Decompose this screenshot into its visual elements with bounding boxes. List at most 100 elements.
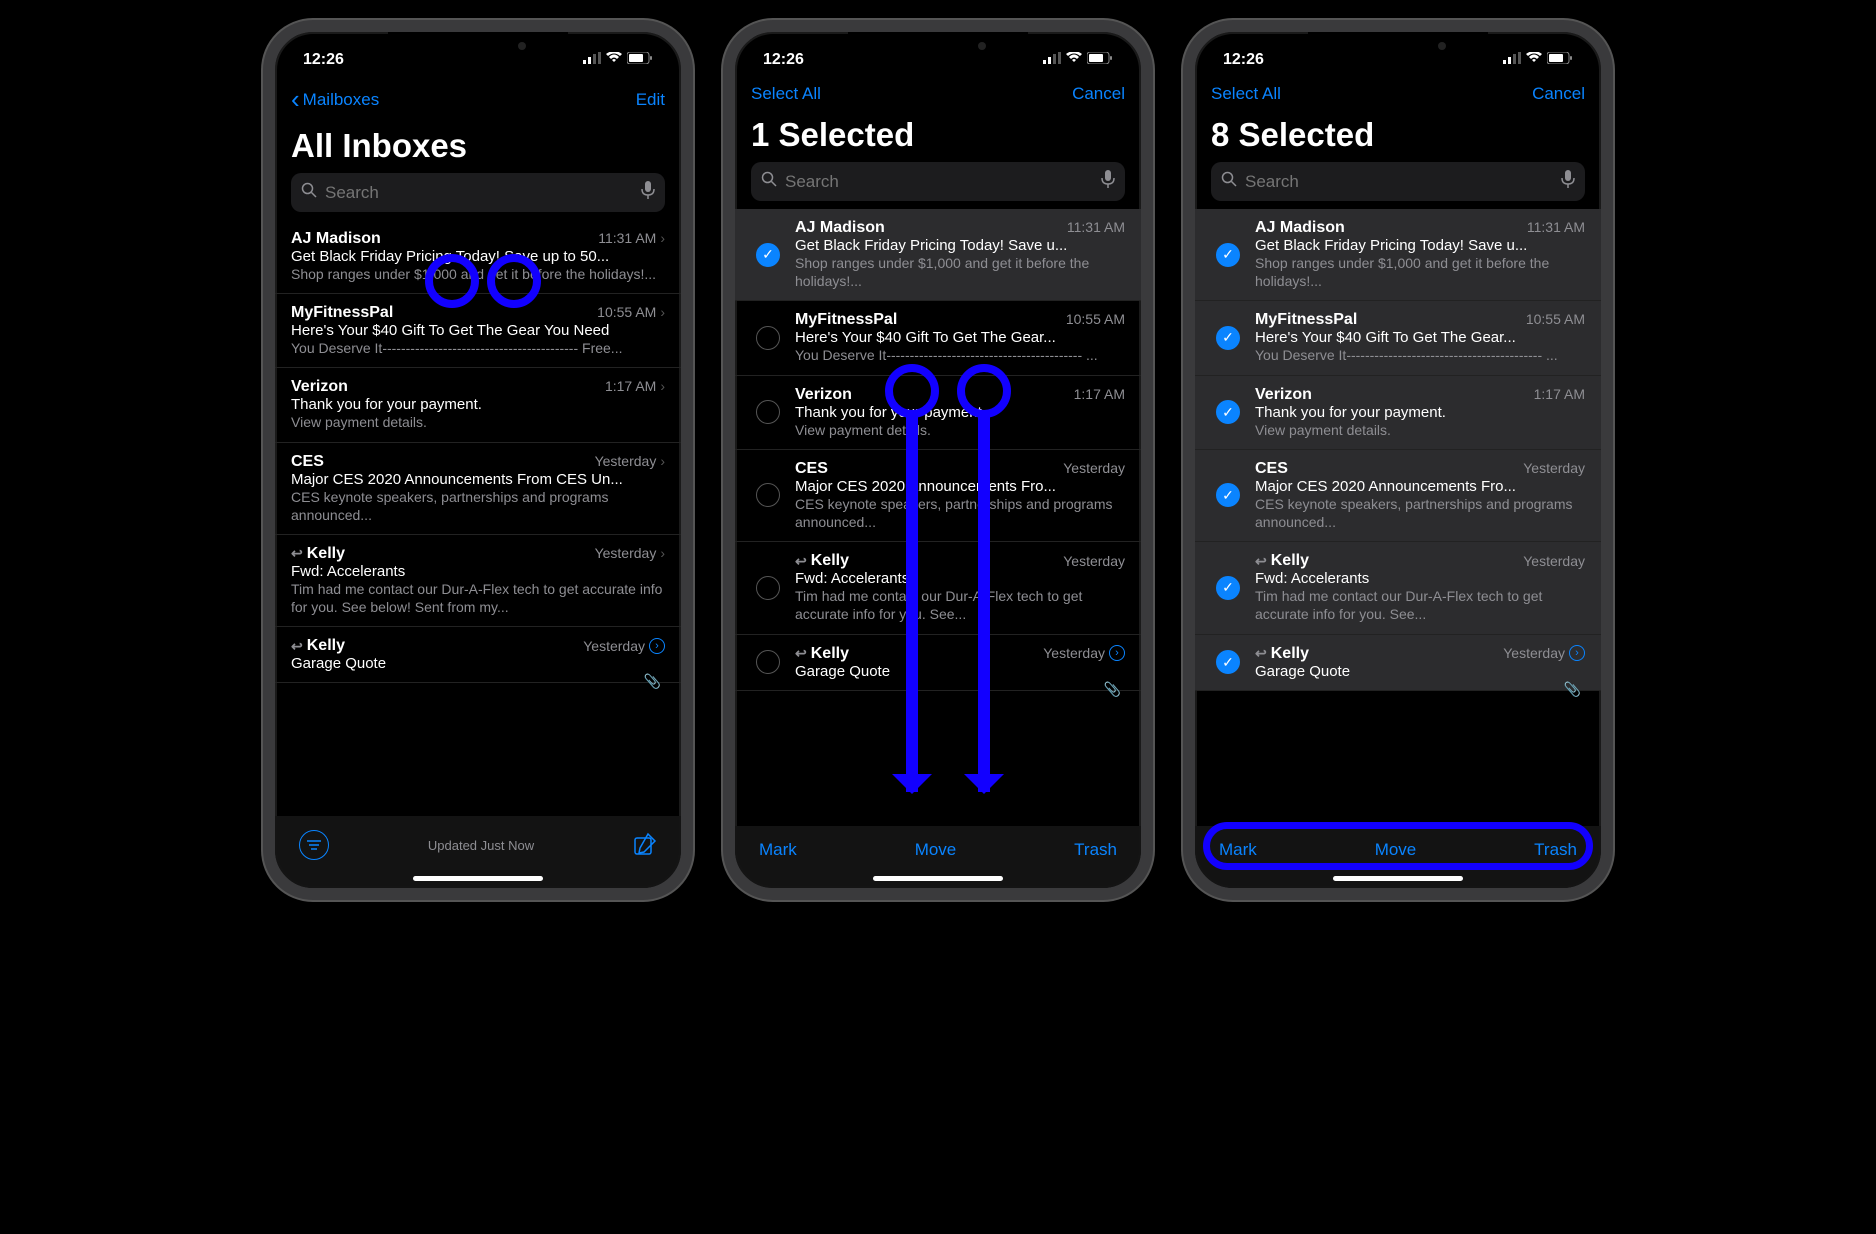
wifi-icon xyxy=(1066,51,1082,69)
mail-row[interactable]: ↩Kelly Yesterday› Garage Quote 📎 xyxy=(275,627,681,683)
filter-button[interactable] xyxy=(299,830,329,860)
mail-list[interactable]: ✓ AJ Madison 11:31 AM Get Black Friday P… xyxy=(735,209,1141,691)
annotation-tap-circle xyxy=(425,254,479,308)
mail-row[interactable]: MyFitnessPal 10:55 AM› Here's Your $40 G… xyxy=(275,294,681,368)
reply-icon: ↩ xyxy=(1255,553,1267,570)
compose-button[interactable] xyxy=(633,832,657,859)
mic-icon[interactable] xyxy=(1561,170,1575,193)
search-bar[interactable] xyxy=(751,162,1125,201)
mail-row[interactable]: ✓ ↩Kelly Yesterday› Garage Quote 📎 xyxy=(1195,635,1601,691)
mail-row[interactable]: MyFitnessPal 10:55 AM Here's Your $40 Gi… xyxy=(735,301,1141,375)
chevron-right-icon: › xyxy=(660,453,665,469)
time-label: Yesterday› xyxy=(1503,645,1585,661)
row-checkbox[interactable] xyxy=(756,326,780,350)
preview-label: CES keynote speakers, partnerships and p… xyxy=(795,495,1125,531)
sender-label: CES xyxy=(291,453,324,471)
subject-label: Get Black Friday Pricing Today! Save up … xyxy=(291,248,665,265)
reply-icon: ↩ xyxy=(795,645,807,662)
time-label: 1:17 AM xyxy=(1074,386,1125,402)
row-checkbox[interactable] xyxy=(756,483,780,507)
row-checkbox[interactable] xyxy=(756,400,780,424)
mail-row[interactable]: ✓ CES Yesterday Major CES 2020 Announcem… xyxy=(1195,450,1601,542)
mail-row[interactable]: ✓ AJ Madison 11:31 AM Get Black Friday P… xyxy=(735,209,1141,301)
mic-icon[interactable] xyxy=(641,181,655,204)
mail-row[interactable]: ✓ AJ Madison 11:31 AM Get Black Friday P… xyxy=(1195,209,1601,301)
mail-row[interactable]: ↩Kelly Yesterday› Fwd: Accelerants Tim h… xyxy=(275,535,681,627)
row-checkbox[interactable] xyxy=(756,576,780,600)
home-indicator[interactable] xyxy=(873,876,1003,881)
time-label: 1:17 AM xyxy=(1534,386,1585,402)
preview-label: Tim had me contact our Dur-A-Flex tech t… xyxy=(291,580,665,616)
mail-row[interactable]: ↩Kelly Yesterday Fwd: Accelerants Tim ha… xyxy=(735,542,1141,634)
row-checkbox[interactable]: ✓ xyxy=(1216,650,1240,674)
time-label: 1:17 AM› xyxy=(605,378,665,394)
mail-row[interactable]: ↩Kelly Yesterday› Garage Quote 📎 xyxy=(735,635,1141,691)
home-indicator[interactable] xyxy=(413,876,543,881)
sender-label: AJ Madison xyxy=(291,230,381,248)
row-checkbox[interactable]: ✓ xyxy=(1216,326,1240,350)
time-label: Yesterday› xyxy=(583,638,665,654)
preview-label: You Deserve It--------------------------… xyxy=(795,346,1125,364)
sender-label: MyFitnessPal xyxy=(1255,311,1357,329)
search-bar[interactable] xyxy=(1211,162,1585,201)
mark-button[interactable]: Mark xyxy=(759,840,797,860)
row-checkbox[interactable] xyxy=(756,650,780,674)
annotation-tap-circle xyxy=(885,364,939,418)
mail-row[interactable]: CES Yesterday Major CES 2020 Announcemen… xyxy=(735,450,1141,542)
row-checkbox[interactable]: ✓ xyxy=(756,243,780,267)
sender-label: AJ Madison xyxy=(795,219,885,237)
sender-label: ↩Kelly xyxy=(1255,645,1309,663)
mail-row[interactable]: ✓ Verizon 1:17 AM Thank you for your pay… xyxy=(1195,376,1601,450)
mail-row[interactable]: ✓ MyFitnessPal 10:55 AM Here's Your $40 … xyxy=(1195,301,1601,375)
trash-button[interactable]: Trash xyxy=(1074,840,1117,860)
mail-row[interactable]: Verizon 1:17 AM› Thank you for your paym… xyxy=(275,368,681,442)
preview-label: Shop ranges under $1,000 and get it befo… xyxy=(795,254,1125,290)
row-checkbox[interactable]: ✓ xyxy=(1216,576,1240,600)
status-time: 12:26 xyxy=(1223,51,1264,69)
time-label: Yesterday xyxy=(1063,553,1125,569)
notch xyxy=(388,32,568,60)
select-all-button[interactable]: Select All xyxy=(1211,84,1281,104)
search-bar[interactable] xyxy=(291,173,665,212)
notch xyxy=(1308,32,1488,60)
row-checkbox[interactable]: ✓ xyxy=(1216,243,1240,267)
edit-button[interactable]: Edit xyxy=(636,90,665,110)
search-input[interactable] xyxy=(325,183,633,203)
sender-label: Verizon xyxy=(291,378,348,396)
cancel-button[interactable]: Cancel xyxy=(1072,84,1125,104)
row-checkbox[interactable]: ✓ xyxy=(1216,483,1240,507)
mail-list[interactable]: AJ Madison 11:31 AM› Get Black Friday Pr… xyxy=(275,220,681,683)
mic-icon[interactable] xyxy=(1101,170,1115,193)
search-input[interactable] xyxy=(785,172,1093,192)
mail-row[interactable]: ✓ ↩Kelly Yesterday Fwd: Accelerants Tim … xyxy=(1195,542,1601,634)
subject-label: Garage Quote xyxy=(795,663,1125,680)
home-indicator[interactable] xyxy=(1333,876,1463,881)
time-label: 11:31 AM› xyxy=(598,230,665,246)
sender-label: ↩Kelly xyxy=(1255,552,1309,570)
wifi-icon xyxy=(606,51,622,69)
select-all-button[interactable]: Select All xyxy=(751,84,821,104)
subject-label: Thank you for your payment. xyxy=(1255,404,1585,421)
cancel-button[interactable]: Cancel xyxy=(1532,84,1585,104)
move-button[interactable]: Move xyxy=(915,840,957,860)
back-button[interactable]: ‹ Mailboxes xyxy=(291,84,379,115)
mail-row[interactable]: CES Yesterday› Major CES 2020 Announceme… xyxy=(275,443,681,535)
time-label: Yesterday xyxy=(1063,460,1125,476)
annotation-tap-circle xyxy=(957,364,1011,418)
annotation-tap-circle xyxy=(487,254,541,308)
search-input[interactable] xyxy=(1245,172,1553,192)
preview-label: Shop ranges under $1,000 and get it befo… xyxy=(1255,254,1585,290)
mail-list[interactable]: ✓ AJ Madison 11:31 AM Get Black Friday P… xyxy=(1195,209,1601,691)
preview-label: CES keynote speakers, partnerships and p… xyxy=(1255,495,1585,531)
search-icon xyxy=(1221,171,1237,192)
page-title: 1 Selected xyxy=(735,112,1141,162)
row-checkbox[interactable]: ✓ xyxy=(1216,400,1240,424)
time-label: 11:31 AM xyxy=(1067,219,1125,235)
preview-label: View payment details. xyxy=(1255,421,1585,439)
chevron-right-icon: › xyxy=(660,378,665,394)
subject-label: Fwd: Accelerants xyxy=(795,570,1125,587)
preview-label: View payment details. xyxy=(795,421,1125,439)
nav-bar: ‹ Mailboxes Edit xyxy=(275,76,681,123)
subject-label: Major CES 2020 Announcements Fro... xyxy=(1255,478,1585,495)
thread-icon: › xyxy=(1109,645,1125,661)
